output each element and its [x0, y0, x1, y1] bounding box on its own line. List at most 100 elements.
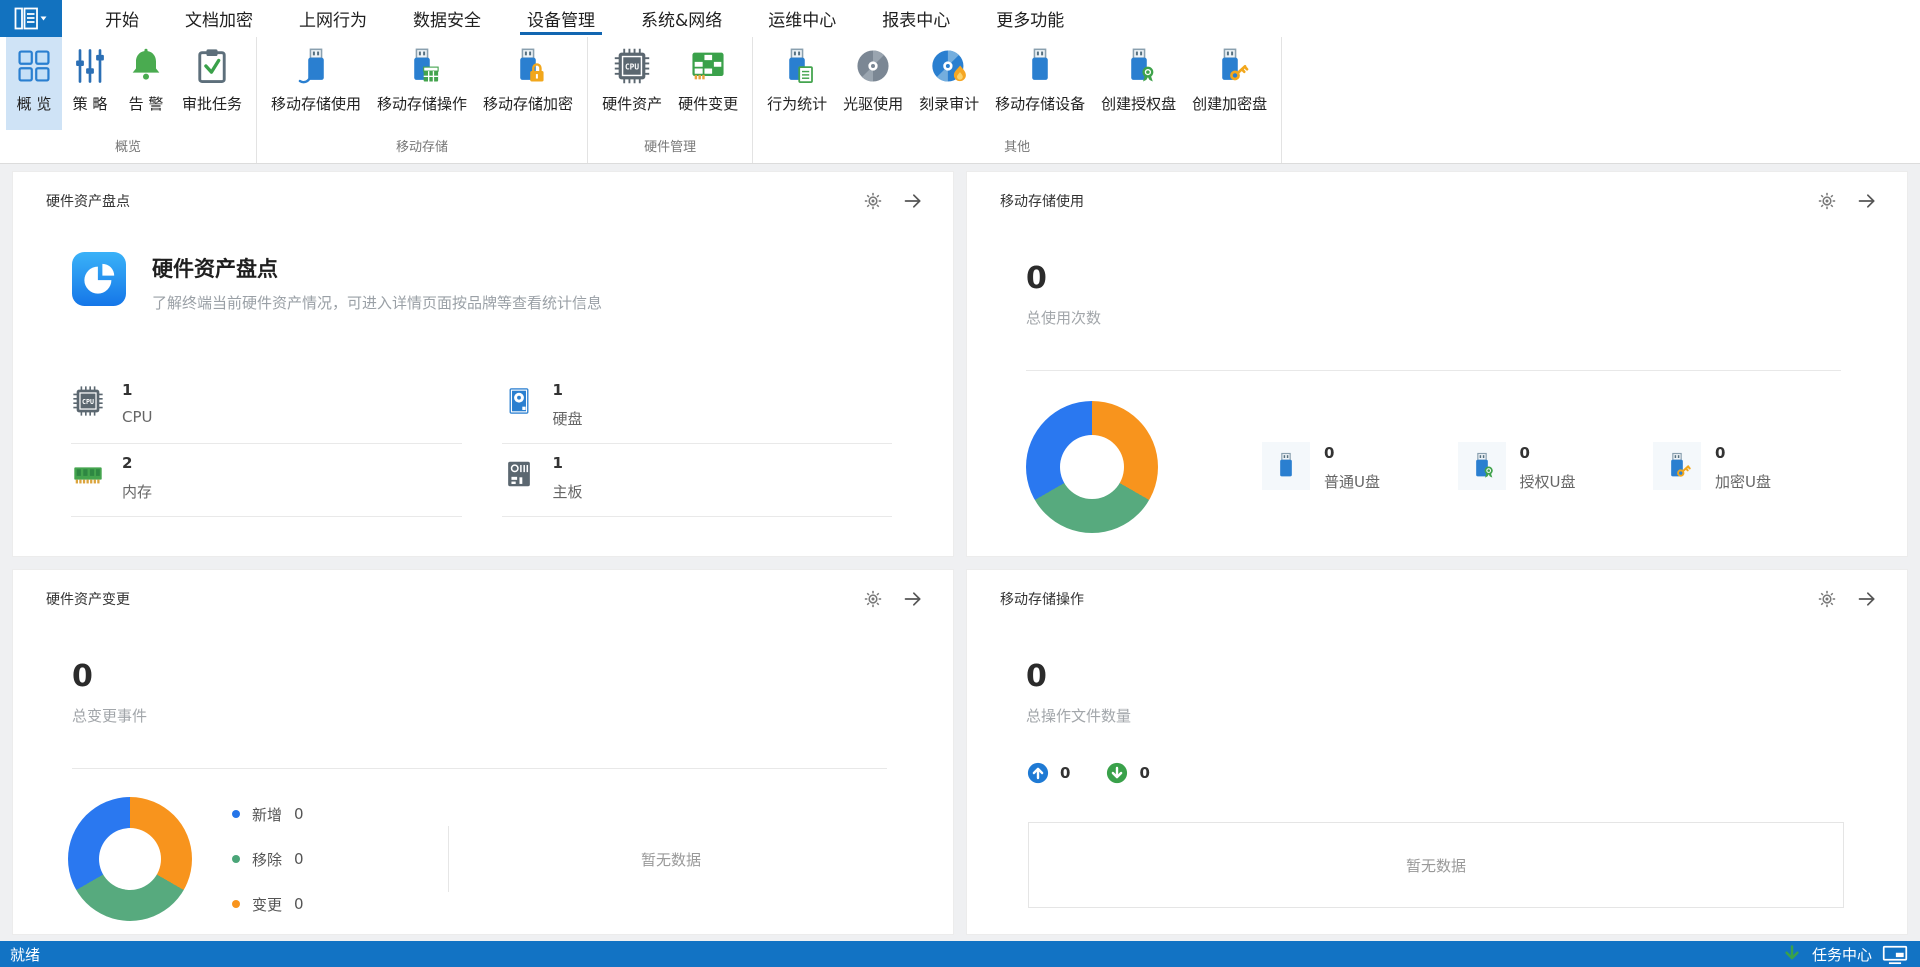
legend-encrypted-usb: 0 加密U盘 [1653, 442, 1771, 492]
menu-item-more-features[interactable]: 更多功能 [973, 0, 1087, 37]
ribbon-item-cd-usage[interactable]: 光驱使用 [835, 37, 911, 130]
stat-motherboard: 1 主板 [501, 444, 892, 517]
empty-state-text: 暂无数据 [1405, 856, 1466, 875]
cpu-chip-icon [71, 384, 105, 418]
policy-sliders-icon [70, 46, 110, 86]
arrow-right-icon[interactable] [1857, 191, 1877, 211]
ribbon-item-hardware-change[interactable]: 硬件变更 [670, 37, 746, 130]
ribbon-group-label: 概览 [115, 140, 142, 155]
monitor-icon[interactable] [1882, 944, 1908, 965]
usb-operation-icon [402, 46, 442, 86]
usb-authorize-icon [1467, 451, 1497, 481]
motherboard-icon [502, 457, 536, 491]
divider [1026, 370, 1841, 371]
usage-donut-chart [1026, 401, 1158, 533]
legend-added: 新增 0 [232, 804, 344, 825]
usb-device-icon [1020, 46, 1060, 86]
menu-item-doc-encrypt[interactable]: 文档加密 [162, 0, 276, 37]
menu-item-ops-center[interactable]: 运维中心 [745, 0, 859, 37]
ribbon-item-storage-usage[interactable]: 移动存储使用 [263, 37, 369, 130]
ribbon-item-storage-operation[interactable]: 移动存储操作 [369, 37, 475, 130]
menu-item-report-center[interactable]: 报表中心 [859, 0, 973, 37]
usb-plain-icon [1271, 451, 1301, 481]
ribbon-item-hardware-asset[interactable]: 硬件资产 [594, 37, 670, 130]
ribbon-group-hardware: 硬件资产 硬件变更 硬件管理 [588, 37, 754, 163]
menu-item-device-management[interactable]: 设备管理 [504, 0, 618, 37]
total-usage-value: 0 [1026, 261, 1047, 296]
ribbon-item-approval-tasks[interactable]: 审批任务 [174, 37, 250, 130]
ribbon-item-policy[interactable]: 策 略 [62, 37, 118, 130]
empty-state-text: 暂无数据 [640, 850, 701, 869]
total-change-label: 总变更事件 [72, 707, 148, 725]
ribbon-item-overview[interactable]: 概 览 [6, 37, 62, 130]
usb-encrypt-icon [508, 46, 548, 86]
legend-dot [232, 900, 240, 908]
change-legend: 新增 0 移除 0 变更 0 [232, 804, 344, 915]
statusbar: 就绪 任务中心 [0, 941, 1920, 967]
card-title: 硬件资产变更 [46, 592, 130, 608]
card-hardware-change: 硬件资产变更 0 总变更事件 新增 0 移除 0 变更 0 暂无数据 [12, 569, 954, 935]
hardware-stats: 1 CPU 1 硬盘 2 内存 1 主板 [71, 371, 892, 517]
total-usage-label: 总使用次数 [1026, 309, 1102, 327]
menu-items: 开始 文档加密 上网行为 数据安全 设备管理 系统&网络 运维中心 报表中心 更… [82, 0, 1087, 37]
arrow-right-icon[interactable] [1857, 589, 1877, 609]
copy-in-stat: 0 [1027, 762, 1070, 784]
operation-stats: 0 0 [1027, 762, 1907, 784]
stat-cpu: 1 CPU [71, 371, 462, 444]
menu-item-web-behavior[interactable]: 上网行为 [276, 0, 390, 37]
ribbon-group-label: 移动存储 [396, 140, 449, 155]
task-center-link[interactable]: 任务中心 [1812, 944, 1872, 965]
app-menu-button[interactable] [0, 0, 62, 37]
menu-item-system-network[interactable]: 系统&网络 [618, 0, 745, 37]
arrow-right-icon[interactable] [903, 191, 923, 211]
gear-icon[interactable] [863, 589, 883, 609]
usage-legend: 0 普通U盘 0 授权U盘 0 加密U盘 [1262, 442, 1841, 492]
empty-state-box: 暂无数据 [1028, 822, 1844, 908]
ribbon-group-removable-storage: 移动存储使用 移动存储操作 移动存储加密 移动存储 [257, 37, 589, 163]
change-donut-chart [68, 797, 192, 921]
card-hardware-inventory: 硬件资产盘点 硬件资产盘点 了解终端当前硬件资产情况，可进入详情页面按品牌等查看… [12, 171, 954, 557]
ribbon-item-storage-device[interactable]: 移动存储设备 [987, 37, 1093, 130]
gear-icon[interactable] [863, 191, 883, 211]
menubar: 开始 文档加密 上网行为 数据安全 设备管理 系统&网络 运维中心 报表中心 更… [0, 0, 1920, 37]
ribbon-group-overview: 概 览 策 略 告 警 审批任务 概览 [0, 37, 258, 163]
stat-memory: 2 内存 [71, 444, 462, 517]
usb-usage-icon [296, 46, 336, 86]
card-title: 移动存储操作 [1000, 592, 1084, 608]
ribbon-item-create-authorized-disk[interactable]: 创建授权盘 [1093, 37, 1184, 130]
gear-icon[interactable] [1817, 191, 1837, 211]
card-title: 硬件资产盘点 [46, 194, 130, 210]
app-menu-icon [14, 7, 48, 31]
cd-burn-icon [929, 46, 969, 86]
divider [72, 768, 887, 769]
cpu-chip-icon [612, 46, 652, 86]
memory-icon [71, 457, 105, 491]
ribbon-item-burn-audit[interactable]: 刻录审计 [911, 37, 987, 130]
arrow-right-icon[interactable] [903, 589, 923, 609]
total-operation-label: 总操作文件数量 [1026, 707, 1132, 725]
hardware-change-icon [688, 46, 728, 86]
total-change-value: 0 [72, 659, 93, 694]
legend-dot [232, 810, 240, 818]
overview-grid-icon [14, 46, 54, 86]
intro-description: 了解终端当前硬件资产情况，可进入详情页面按品牌等查看统计信息 [152, 294, 603, 312]
ribbon-group-label: 其他 [1004, 140, 1031, 155]
menu-item-start[interactable]: 开始 [82, 0, 162, 37]
hard-disk-icon [502, 384, 536, 418]
stat-hard-disk: 1 硬盘 [501, 371, 892, 444]
card-title: 移动存储使用 [1000, 194, 1084, 210]
ribbon-toolbar: 概 览 策 略 告 警 审批任务 概览 移动存储使用 移动存储操作 移动存储加密… [0, 37, 1920, 164]
ribbon-item-alert[interactable]: 告 警 [118, 37, 174, 130]
legend-authorized-usb: 0 授权U盘 [1457, 442, 1575, 492]
intro-title: 硬件资产盘点 [152, 257, 278, 281]
ribbon-item-behavior-stats[interactable]: 行为统计 [759, 37, 835, 130]
pie-chart-app-icon [72, 251, 126, 307]
ribbon-item-storage-encrypt[interactable]: 移动存储加密 [475, 37, 581, 130]
task-download-icon [1782, 944, 1802, 964]
ribbon-item-create-encrypted-disk[interactable]: 创建加密盘 [1184, 37, 1275, 130]
gear-icon[interactable] [1817, 589, 1837, 609]
menu-item-data-security[interactable]: 数据安全 [390, 0, 504, 37]
alert-bell-icon [126, 46, 166, 86]
status-ready-text: 就绪 [10, 945, 41, 964]
upload-circle-icon [1027, 762, 1049, 784]
